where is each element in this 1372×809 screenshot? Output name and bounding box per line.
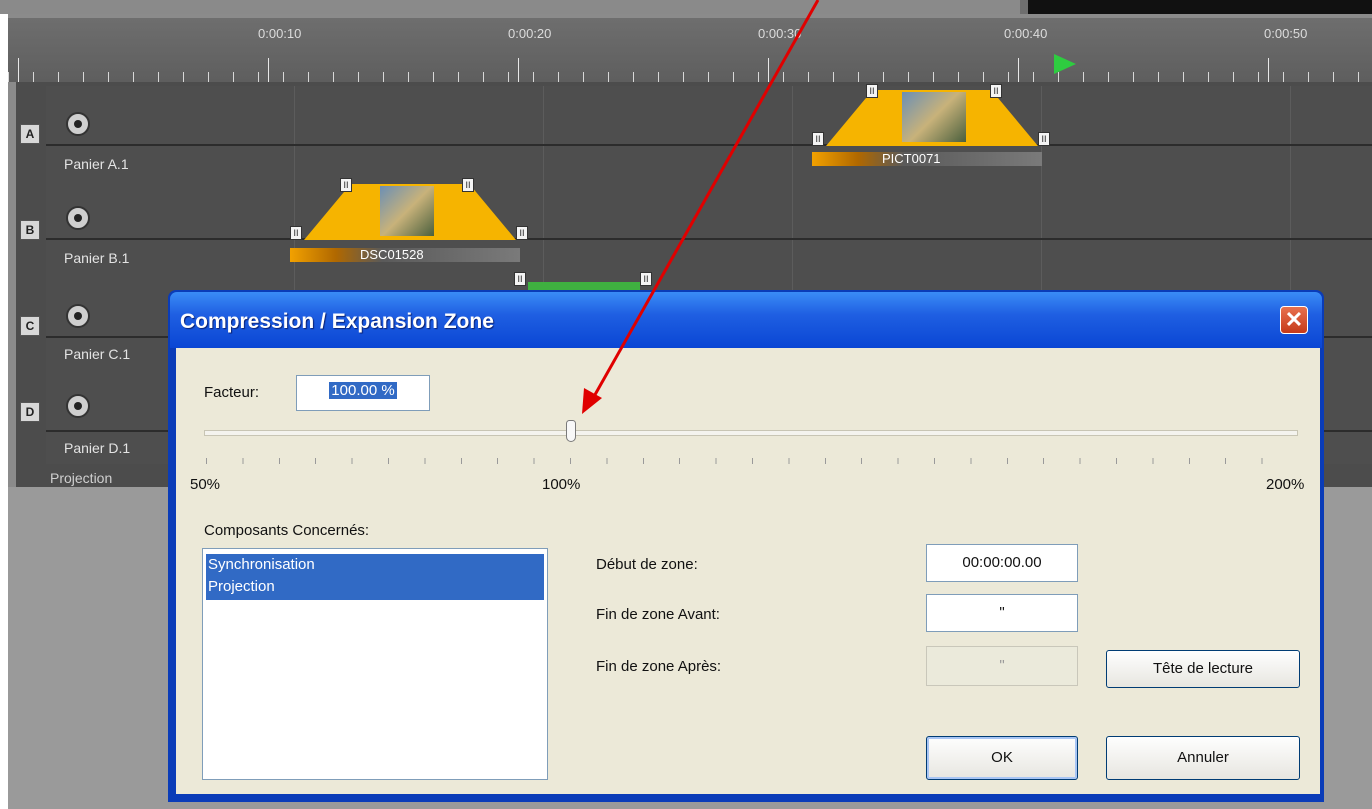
speaker-icon[interactable] (66, 304, 90, 328)
speaker-icon[interactable] (66, 206, 90, 230)
facteur-input[interactable]: 100.00 % (296, 375, 430, 411)
timecode: 0:00:10 (258, 26, 302, 41)
slider-mid-label: 100% (542, 476, 581, 493)
fin-avant-label: Fin de zone Avant: (596, 606, 720, 623)
slider-ticks (206, 458, 1298, 464)
clip-name: PICT0071 (812, 152, 1042, 166)
timecode: 0:00:20 (508, 26, 552, 41)
debut-label: Début de zone: (596, 556, 698, 573)
tete-de-lecture-button[interactable]: Tête de lecture (1106, 650, 1300, 688)
facteur-label: Facteur: (204, 384, 260, 401)
fin-avant-input[interactable]: " (926, 594, 1078, 632)
close-x-icon: ✕ (1284, 307, 1304, 332)
lane-label: Panier D.1 (64, 440, 131, 456)
debut-input[interactable]: 00:00:00.00 (926, 544, 1078, 582)
fin-apres-input: " (926, 646, 1078, 686)
lane-label: Panier A.1 (64, 156, 129, 172)
dialog-title: Compression / Expansion Zone (180, 310, 494, 333)
ok-button[interactable]: OK (926, 736, 1078, 780)
playhead-icon[interactable] (1054, 54, 1076, 74)
top-strip (0, 0, 1372, 14)
timeline-ruler[interactable]: 0:00:10 0:00:20 0:00:30 0:00:40 0:00:50 (8, 18, 1372, 82)
slider-thumb[interactable] (566, 420, 576, 442)
close-button[interactable]: ✕ (1280, 306, 1308, 334)
list-item[interactable]: Projection (206, 576, 544, 600)
timecode: 0:00:50 (1264, 26, 1308, 41)
timecode: 0:00:40 (1004, 26, 1048, 41)
timecode: 0:00:30 (758, 26, 802, 41)
cancel-button[interactable]: Annuler (1106, 736, 1300, 780)
lane-b-button[interactable]: B (20, 220, 40, 240)
slider-max-label: 200% (1266, 476, 1305, 493)
speaker-icon[interactable] (66, 394, 90, 418)
fin-apres-label: Fin de zone Après: (596, 658, 722, 675)
lane-label: Panier C.1 (64, 346, 131, 362)
speaker-icon[interactable] (66, 112, 90, 136)
facteur-value: 100.00 % (329, 382, 397, 399)
factor-slider[interactable] (204, 430, 1298, 436)
projection-label: Projection (50, 470, 113, 486)
clip-pict0071[interactable]: II II II II PICT0071 (812, 84, 1052, 174)
lane-a-button[interactable]: A (20, 124, 40, 144)
slider-min-label: 50% (190, 476, 221, 493)
lane-d-button[interactable]: D (20, 402, 40, 422)
list-item[interactable]: Synchronisation (206, 554, 544, 576)
composants-label: Composants Concernés: (204, 522, 370, 539)
lane-label: Panier B.1 (64, 250, 130, 266)
clip-dsc01528[interactable]: II II II II DSC01528 (290, 178, 530, 268)
clip-name: DSC01528 (290, 248, 520, 262)
lane-c-button[interactable]: C (20, 316, 40, 336)
